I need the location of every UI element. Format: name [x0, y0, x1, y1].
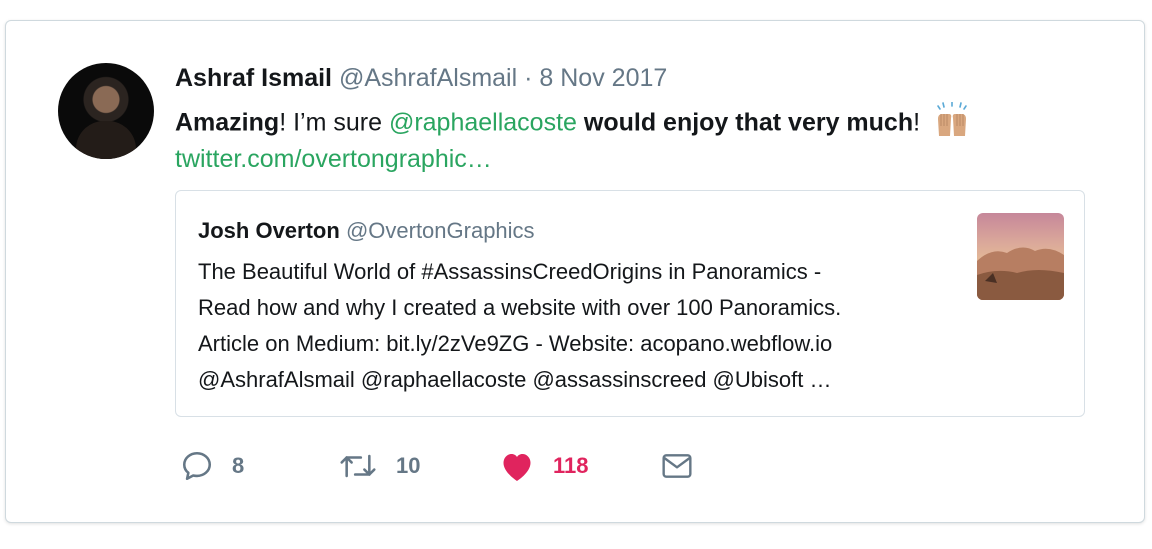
reply-count: 8	[232, 453, 245, 478]
author-name[interactable]: Ashraf Ismail	[175, 64, 332, 92]
avatar-figure	[76, 121, 136, 159]
retweet-action[interactable]: 10	[338, 444, 420, 488]
tweet-link[interactable]: twitter.com/overtongraphic…	[175, 143, 492, 175]
reply-icon[interactable]	[180, 449, 214, 483]
quoted-text: The Beautiful World of #AssassinsCreedOr…	[198, 254, 958, 398]
tweet-link-text[interactable]: twitter.com/overtongraphic…	[175, 145, 492, 173]
tweet-text-bold-1: Amazing	[175, 108, 280, 137]
reply-action[interactable]: 8	[180, 444, 244, 488]
author-handle[interactable]: @AshrafAlsmail	[339, 64, 517, 92]
quoted-text-line: The Beautiful World of #AssassinsCreedOr…	[198, 259, 822, 284]
tweet-text-part-4: !	[913, 108, 921, 137]
retweet-icon[interactable]	[338, 449, 378, 483]
quoted-author-name[interactable]: Josh Overton	[198, 218, 340, 243]
quoted-text-line: Article on Medium: bit.ly/2zVe9ZG - Webs…	[198, 331, 833, 356]
like-action[interactable]: 118	[499, 444, 589, 488]
quoted-media-thumbnail[interactable]	[977, 213, 1064, 300]
raised-hands-emoji-icon	[934, 101, 970, 146]
tweet-text: Amazing! I’m sure @raphaellacoste would …	[175, 101, 970, 146]
quoted-tweet[interactable]: Josh Overton @OvertonGraphics The Beauti…	[175, 190, 1085, 417]
tweet-actions: 8 10 118	[0, 444, 1152, 488]
tweet-text-part-2: ! I’m sure	[279, 108, 389, 137]
tweet-text-bold-2: would enjoy that very much	[576, 108, 914, 137]
header-separator: ·	[524, 64, 533, 92]
heart-icon[interactable]	[499, 449, 535, 483]
quoted-header: Josh Overton @OvertonGraphics	[198, 217, 535, 245]
quoted-text-line: @AshrafAlsmail @raphaellacoste @assassin…	[198, 367, 832, 392]
quoted-author-handle[interactable]: @OvertonGraphics	[346, 218, 535, 243]
mail-icon[interactable]	[661, 451, 693, 481]
tweet-date[interactable]: 8 Nov 2017	[539, 64, 667, 92]
retweet-count: 10	[396, 453, 421, 478]
avatar[interactable]	[58, 63, 154, 159]
direct-message-action[interactable]	[661, 444, 693, 488]
quoted-text-line: Read how and why I created a website wit…	[198, 295, 842, 320]
like-count: 118	[553, 453, 589, 478]
tweet-header: Ashraf Ismail @AshrafAlsmail · 8 Nov 201…	[175, 63, 667, 93]
mention-link[interactable]: @raphaellacoste	[389, 109, 577, 137]
